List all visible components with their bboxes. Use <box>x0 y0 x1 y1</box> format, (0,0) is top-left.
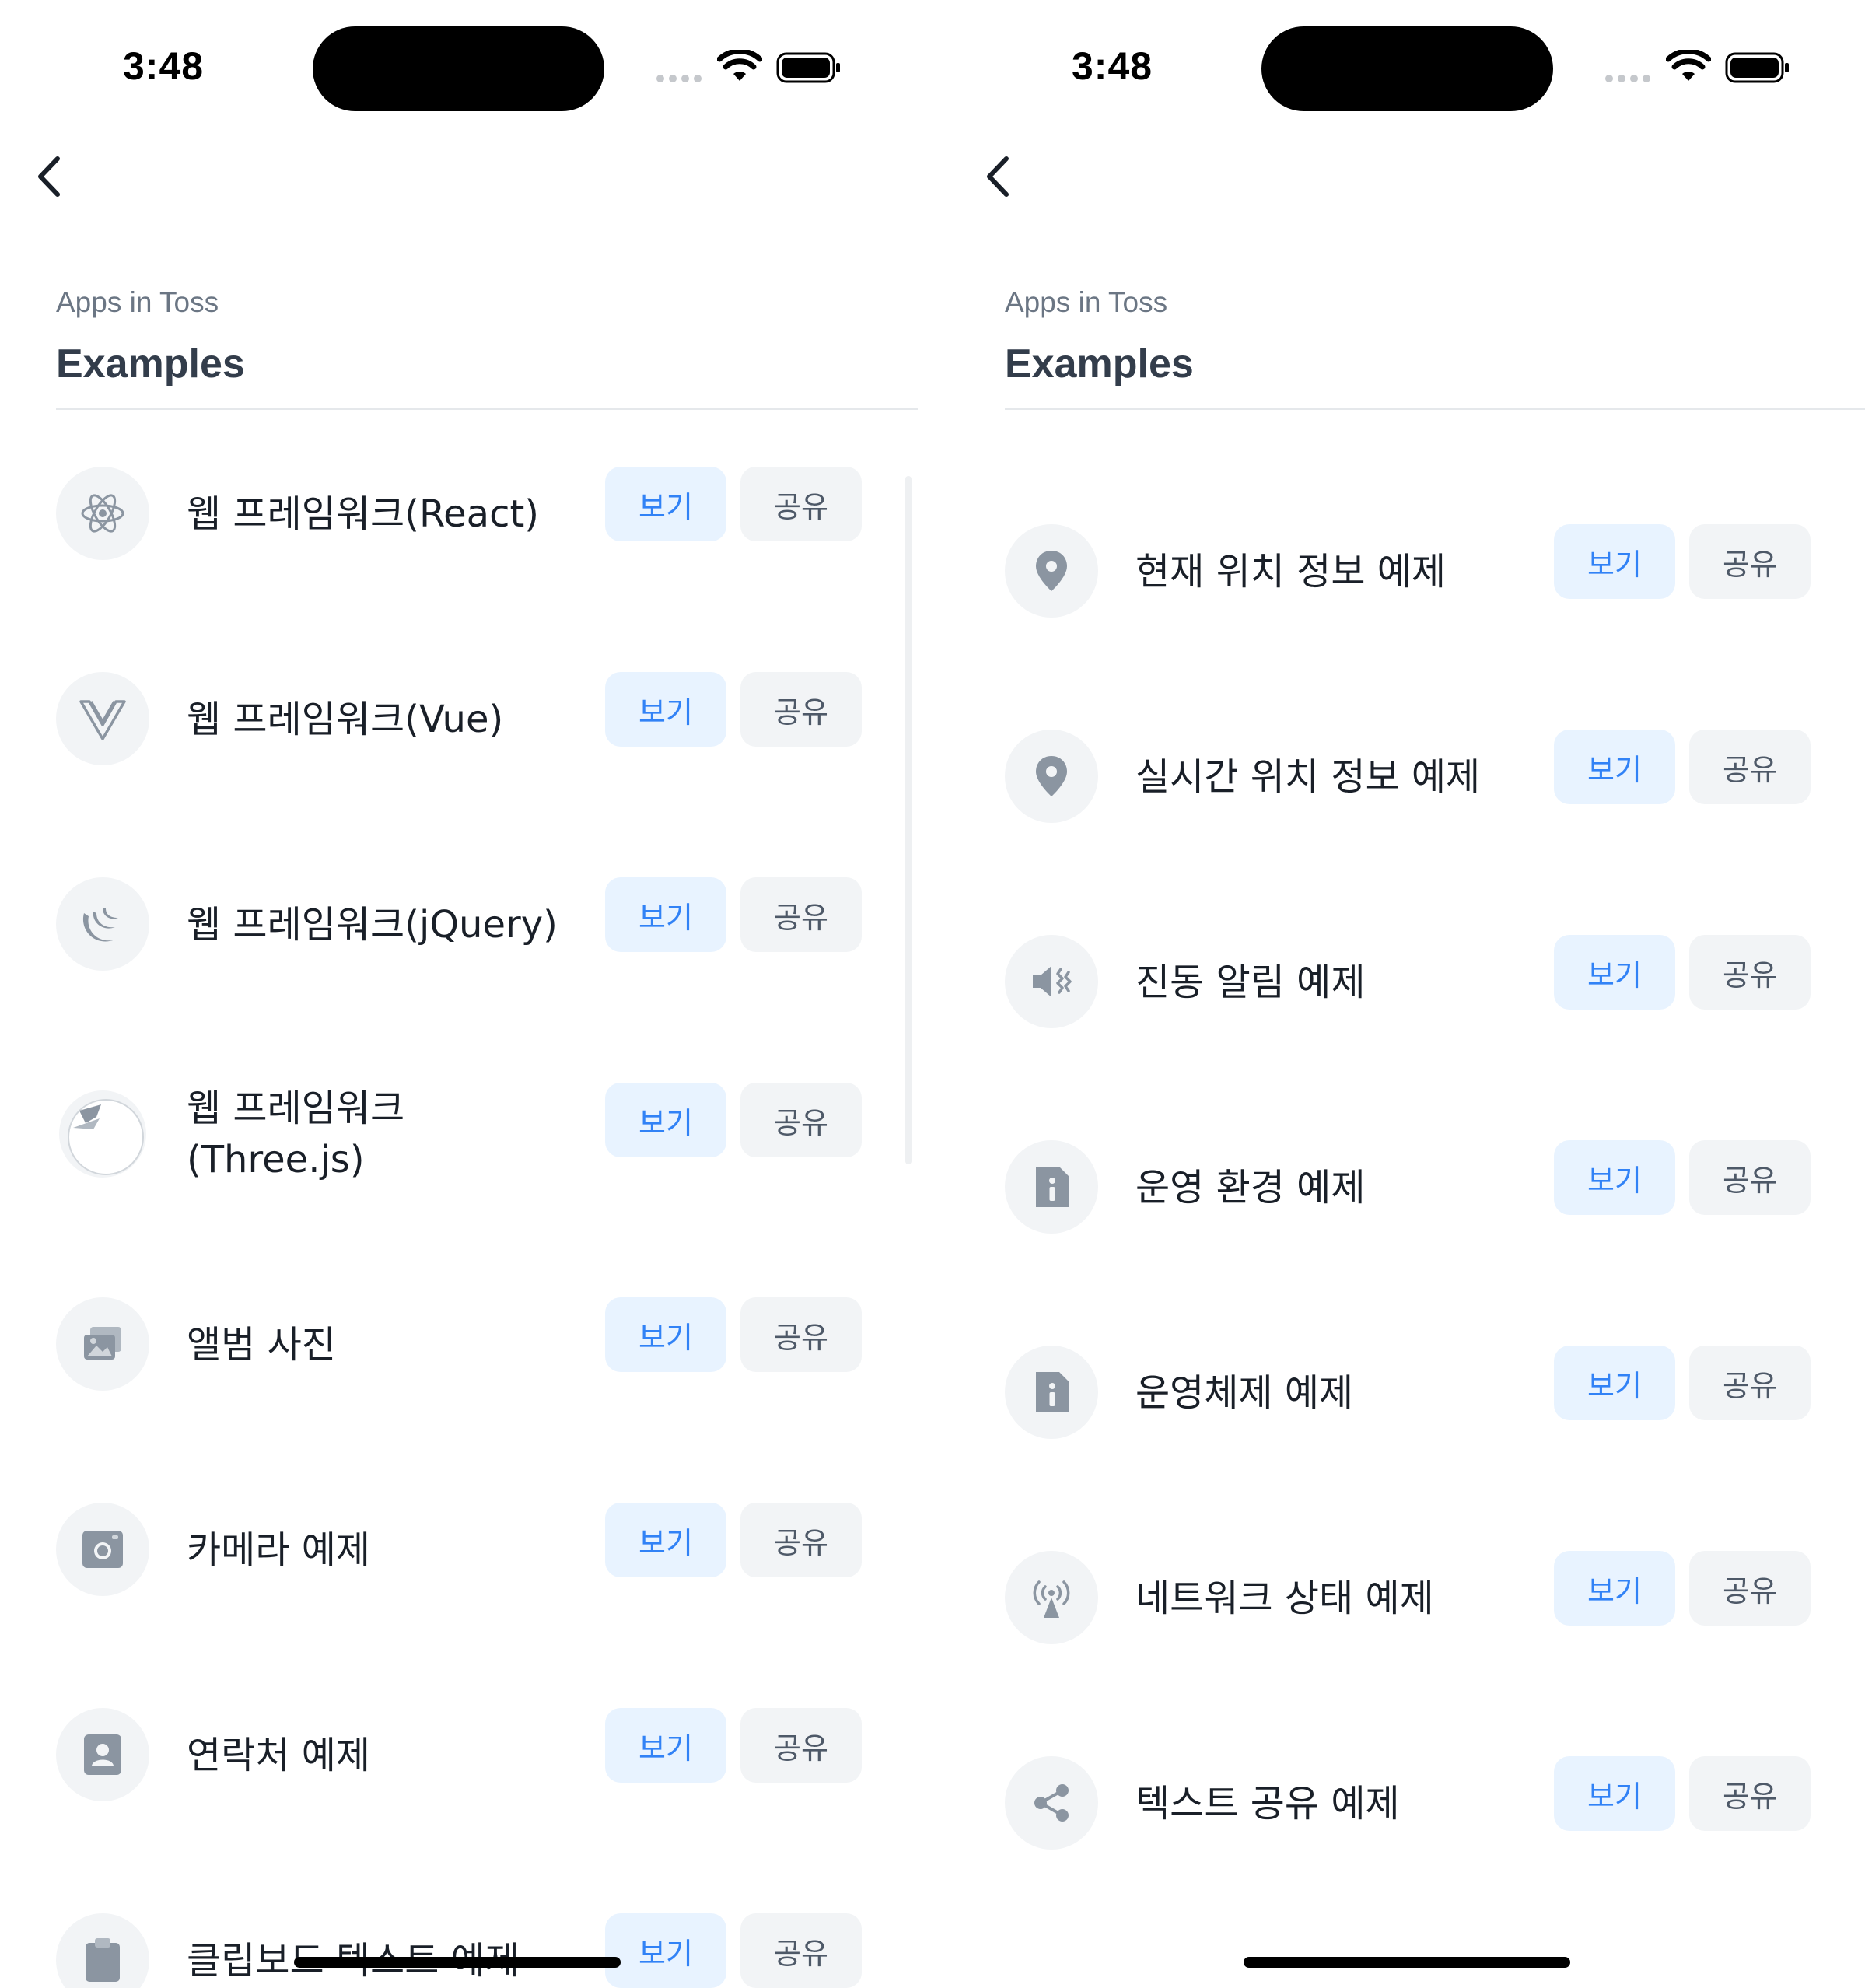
list-item: 현재 위치 정보 예제 보기 공유 <box>1005 524 1814 633</box>
list-item: 실시간 위치 정보 예제 보기 공유 <box>1005 730 1814 838</box>
share-button[interactable]: 공유 <box>740 1503 862 1577</box>
view-button[interactable]: 보기 <box>605 1297 726 1372</box>
item-label: 진동 알림 예제 <box>1135 961 1366 1004</box>
view-button[interactable]: 보기 <box>1554 1756 1675 1831</box>
status-time: 3:48 <box>123 44 205 88</box>
view-button[interactable]: 보기 <box>1554 1551 1675 1626</box>
photo-album-icon <box>56 1297 149 1391</box>
app-screen: 3:48 Apps in Toss Examples 현재 위치 정보 예제 보… <box>949 0 1865 1988</box>
status-time: 3:48 <box>1072 44 1153 88</box>
cellular-signal-icon <box>1605 75 1652 82</box>
contact-icon <box>56 1708 149 1801</box>
info-icon <box>1005 1140 1098 1234</box>
share-button[interactable]: 공유 <box>1689 730 1811 804</box>
app-screen: 3:48 Apps in Toss Examples 웹 프레임워크(React… <box>0 0 933 1988</box>
item-label: 텍스트 공유 예제 <box>1135 1782 1400 1825</box>
jquery-icon <box>56 877 149 971</box>
share-button[interactable]: 공유 <box>740 1083 862 1157</box>
screen-right: 3:48 Apps in Toss Examples 현재 위치 정보 예제 보… <box>949 0 1865 1988</box>
dynamic-island <box>313 26 604 111</box>
vibration-icon <box>1005 935 1098 1028</box>
list-item: 운영체제 예제 보기 공유 <box>1005 1346 1814 1454</box>
item-label: 웹 프레임워크(React) <box>187 492 540 536</box>
list-item: 운영 환경 예제 보기 공유 <box>1005 1140 1814 1249</box>
share-button[interactable]: 공유 <box>1689 1756 1811 1831</box>
item-label: 웹 프레임워크(jQuery) <box>187 903 558 947</box>
info-icon <box>1005 1346 1098 1439</box>
view-button[interactable]: 보기 <box>605 1083 726 1157</box>
header-subtitle: Apps in Toss <box>56 286 219 318</box>
share-button[interactable]: 공유 <box>1689 935 1811 1010</box>
share-button[interactable]: 공유 <box>1689 1551 1811 1626</box>
react-icon <box>56 467 149 560</box>
header-subtitle: Apps in Toss <box>1005 286 1168 318</box>
clipboard-icon <box>56 1913 149 1988</box>
list-item: 진동 알림 예제 보기 공유 <box>1005 935 1814 1044</box>
page-title: Examples <box>56 341 245 387</box>
share-button[interactable]: 공유 <box>740 1708 862 1783</box>
location-pin-icon <box>1005 524 1098 618</box>
list-item: 웹 프레임워크(React) 보기 공유 <box>56 467 865 576</box>
item-label: 실시간 위치 정보 예제 <box>1135 755 1481 799</box>
list-item: 클립보드 텍스트 예제 보기 공유 <box>56 1913 865 1988</box>
view-button[interactable]: 보기 <box>605 877 726 952</box>
item-label: 현재 위치 정보 예제 <box>1135 550 1447 593</box>
share-icon <box>1005 1756 1098 1850</box>
screen-left: 3:48 Apps in Toss Examples 웹 프레임워크(React… <box>0 0 933 1988</box>
share-button[interactable]: 공유 <box>1689 1346 1811 1420</box>
share-button[interactable]: 공유 <box>740 467 862 541</box>
share-button[interactable]: 공유 <box>1689 1140 1811 1215</box>
network-antenna-icon <box>1005 1551 1098 1644</box>
item-label: 카메라 예제 <box>187 1528 371 1572</box>
view-button[interactable]: 보기 <box>1554 524 1675 599</box>
back-chevron-icon[interactable] <box>31 149 70 204</box>
view-button[interactable]: 보기 <box>1554 1140 1675 1215</box>
view-button[interactable]: 보기 <box>605 467 726 541</box>
back-chevron-icon[interactable] <box>980 149 1019 204</box>
location-pin-icon <box>1005 730 1098 823</box>
camera-icon <box>56 1503 149 1596</box>
battery-icon <box>776 52 840 83</box>
wifi-icon <box>1666 50 1711 81</box>
home-indicator <box>294 1957 621 1968</box>
share-button[interactable]: 공유 <box>740 877 862 952</box>
item-label: 네트워크 상태 예제 <box>1135 1577 1434 1620</box>
item-label: 앨범 사진 <box>187 1323 336 1367</box>
scroll-indicator[interactable] <box>905 476 912 1164</box>
header-divider <box>1005 408 1865 410</box>
list-item: 카메라 예제 보기 공유 <box>56 1503 865 1612</box>
list-item: 웹 프레임워크(Vue) 보기 공유 <box>56 672 865 781</box>
dynamic-island <box>1261 26 1553 111</box>
list-item: 연락처 예제 보기 공유 <box>56 1708 865 1817</box>
header-divider <box>56 408 918 410</box>
share-button[interactable]: 공유 <box>740 672 862 747</box>
list-item: 네트워크 상태 예제 보기 공유 <box>1005 1551 1814 1660</box>
threejs-icon <box>56 1087 149 1181</box>
item-label: 웹 프레임워크 (Three.js) <box>187 1087 405 1181</box>
list-item: 웹 프레임워크 (Three.js) 보기 공유 <box>56 1083 865 1223</box>
page-title: Examples <box>1005 341 1194 387</box>
item-label: 웹 프레임워크(Vue) <box>187 698 504 741</box>
view-button[interactable]: 보기 <box>1554 1346 1675 1420</box>
share-button[interactable]: 공유 <box>1689 524 1811 599</box>
view-button[interactable]: 보기 <box>605 1503 726 1577</box>
battery-icon <box>1725 52 1789 83</box>
list-item: 텍스트 공유 예제 보기 공유 <box>1005 1756 1814 1865</box>
view-button[interactable]: 보기 <box>1554 935 1675 1010</box>
list-item: 앨범 사진 보기 공유 <box>56 1297 865 1406</box>
wifi-icon <box>717 50 762 81</box>
view-button[interactable]: 보기 <box>605 1913 726 1988</box>
view-button[interactable]: 보기 <box>605 672 726 747</box>
cellular-signal-icon <box>656 75 703 82</box>
view-button[interactable]: 보기 <box>1554 730 1675 804</box>
share-button[interactable]: 공유 <box>740 1297 862 1372</box>
vue-icon <box>56 672 149 765</box>
item-label: 운영체제 예제 <box>1135 1371 1354 1415</box>
home-indicator <box>1244 1957 1570 1968</box>
list-item: 웹 프레임워크(jQuery) 보기 공유 <box>56 877 865 986</box>
item-label: 연락처 예제 <box>187 1734 371 1777</box>
view-button[interactable]: 보기 <box>605 1708 726 1783</box>
item-label: 운영 환경 예제 <box>1135 1166 1366 1209</box>
share-button[interactable]: 공유 <box>740 1913 862 1988</box>
